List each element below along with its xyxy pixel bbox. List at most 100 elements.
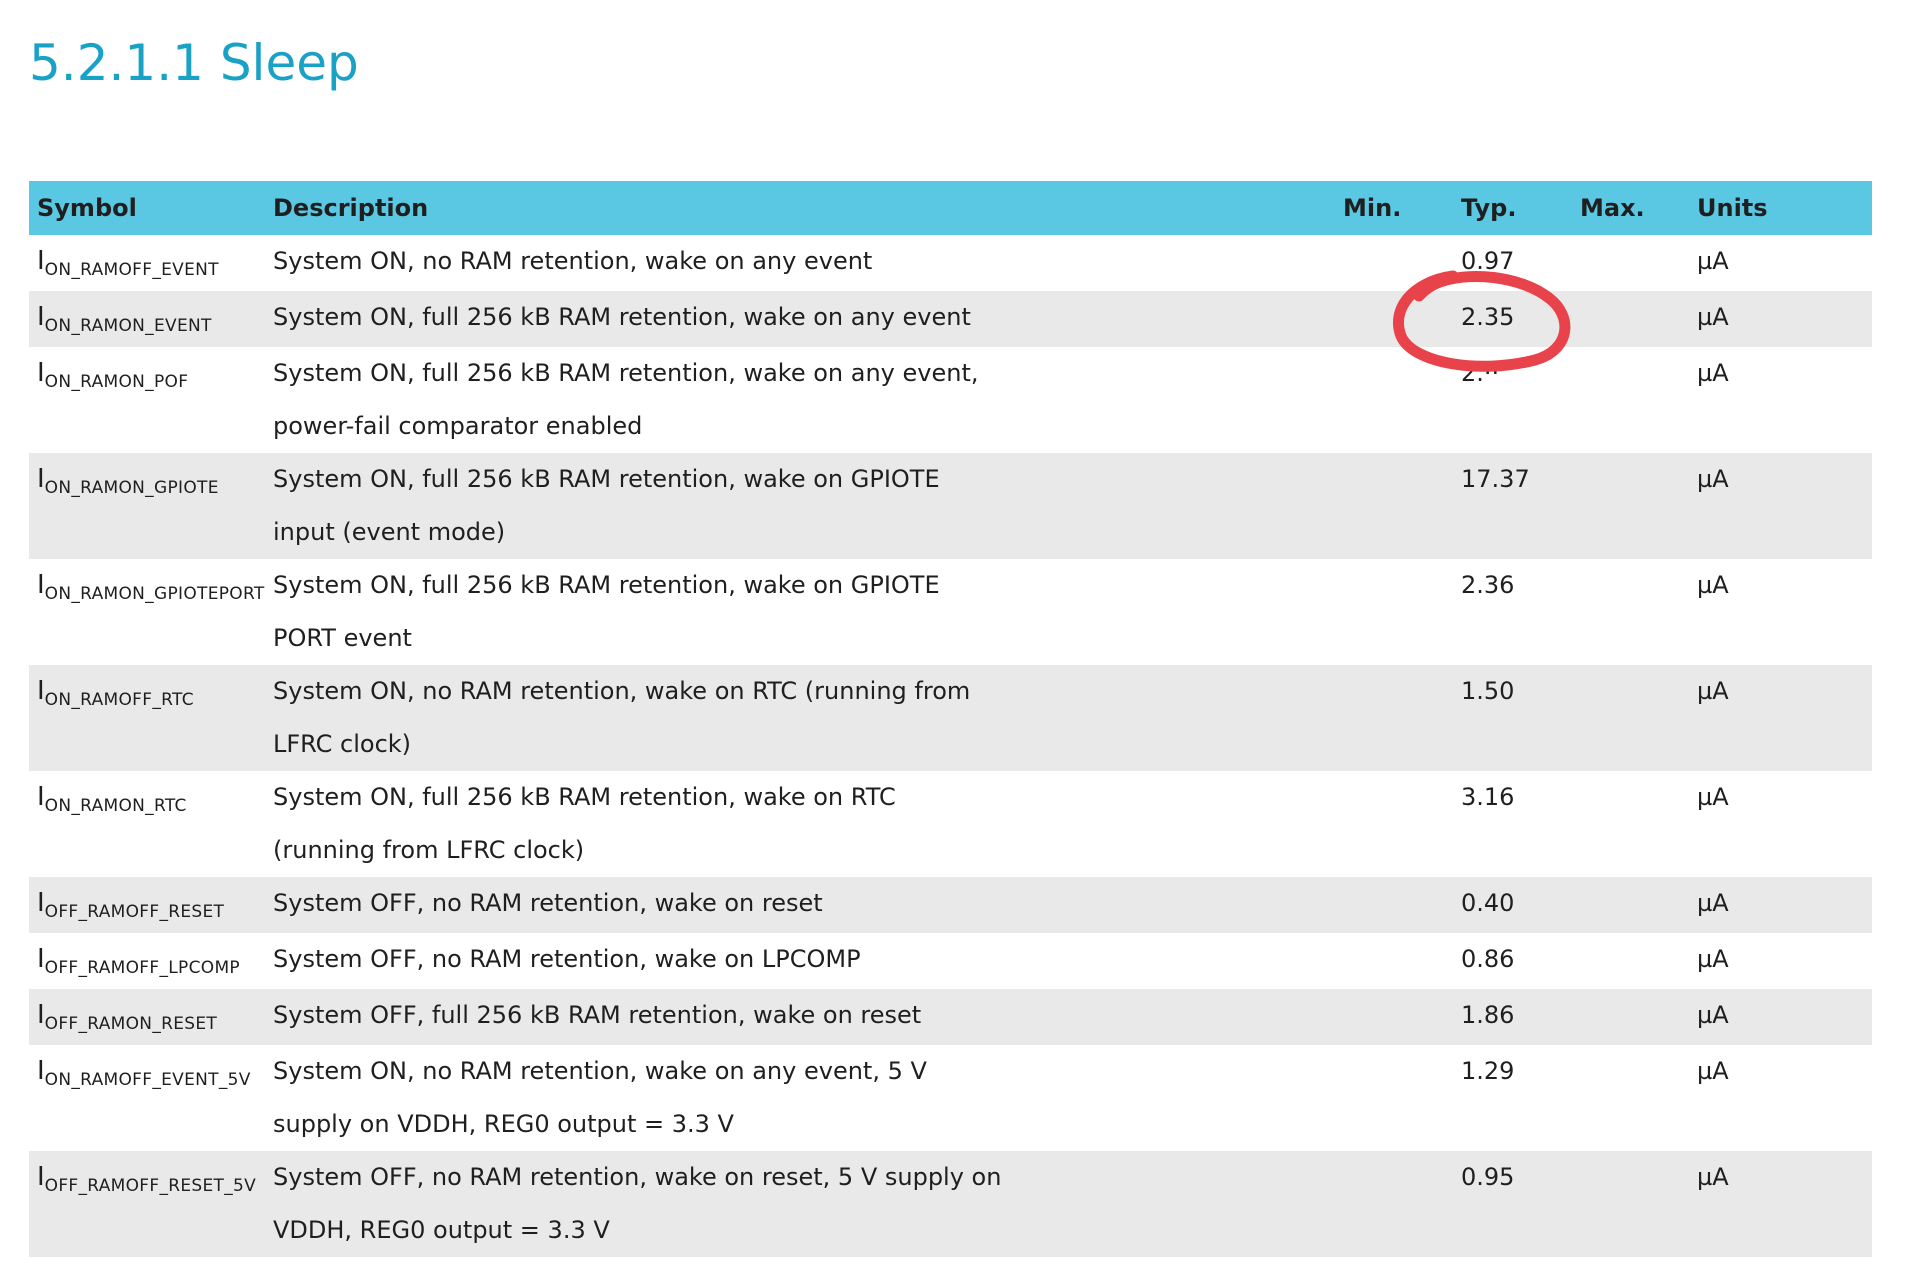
table-row: ION_RAMON_EVENT System ON, full 256 kB RA… bbox=[29, 291, 1872, 347]
typ-cell: 2.·· bbox=[1461, 359, 1500, 387]
symbol-subscript: OFF_RAMOFF_RESET_5V bbox=[44, 1176, 257, 1196]
header-units: Units bbox=[1689, 181, 1872, 235]
typ-cell: 1.86 bbox=[1453, 989, 1572, 1045]
table-row: ION_RAMOFF_RTC System ON, no RAM retentio… bbox=[29, 665, 1872, 771]
max-cell bbox=[1572, 933, 1689, 989]
symbol-cell: ION_RAMON_POF bbox=[29, 347, 265, 453]
description-line: System ON, full 256 kB RAM retention, wa… bbox=[273, 465, 940, 493]
max-cell bbox=[1572, 989, 1689, 1045]
table-row: ION_RAMON_GPIOTEPORT System ON, full 256 … bbox=[29, 559, 1872, 665]
symbol-subscript: ON_RAMOFF_EVENT bbox=[44, 260, 219, 280]
description-line: System ON, no RAM retention, wake on any… bbox=[273, 247, 873, 275]
typ-cell: 0.40 bbox=[1453, 877, 1572, 933]
symbol-cell: ION_RAMON_EVENT bbox=[29, 291, 265, 347]
units-cell: µA bbox=[1689, 989, 1872, 1045]
description-line: System ON, no RAM retention, wake on any… bbox=[273, 1057, 927, 1085]
min-cell bbox=[1335, 347, 1453, 453]
description-cell: System ON, full 256 kB RAM retention, wa… bbox=[265, 291, 1335, 347]
units-cell: µA bbox=[1697, 1057, 1729, 1085]
description-cell: System ON, no RAM retention, wake on RTC… bbox=[265, 665, 1335, 771]
symbol-subscript: ON_RAMON_GPIOTEPORT bbox=[44, 584, 265, 604]
min-cell bbox=[1335, 1151, 1453, 1257]
description-cell: System ON, full 256 kB RAM retention, wa… bbox=[265, 347, 1335, 453]
description-line: supply on VDDH, REG0 output = 3.3 V bbox=[273, 1110, 734, 1138]
symbol-base: I bbox=[37, 246, 45, 276]
symbol-subscript: OFF_RAMOFF_LPCOMP bbox=[44, 958, 240, 978]
description-line: System OFF, no RAM retention, wake on re… bbox=[273, 889, 823, 917]
symbol-subscript: ON_RAMON_RTC bbox=[44, 796, 187, 816]
description-cell: System ON, no RAM retention, wake on any… bbox=[265, 1045, 1335, 1151]
units-cell: µA bbox=[1697, 783, 1729, 811]
units-cell: µA bbox=[1689, 665, 1872, 771]
description-cell: System ON, full 256 kB RAM retention, wa… bbox=[265, 559, 1335, 665]
min-cell bbox=[1335, 989, 1453, 1045]
typ-cell: 0.97 bbox=[1461, 247, 1515, 275]
max-cell bbox=[1572, 347, 1689, 453]
max-cell bbox=[1572, 559, 1689, 665]
description-line: PORT event bbox=[273, 624, 412, 652]
units-cell: µA bbox=[1689, 453, 1872, 559]
symbol-cell: ION_RAMON_GPIOTEPORT bbox=[29, 559, 265, 665]
description-line: VDDH, REG0 output = 3.3 V bbox=[273, 1216, 610, 1244]
table-row: IOFF_RAMON_RESET System OFF, full 256 kB … bbox=[29, 989, 1872, 1045]
header-typ: Typ. bbox=[1453, 181, 1572, 235]
min-cell bbox=[1335, 559, 1453, 665]
description-line: System OFF, no RAM retention, wake on re… bbox=[273, 1163, 1002, 1191]
symbol-cell: IOFF_RAMOFF_LPCOMP bbox=[29, 933, 265, 989]
symbol-base: I bbox=[37, 570, 45, 600]
symbol-base: I bbox=[37, 1000, 45, 1030]
max-cell bbox=[1572, 453, 1689, 559]
typ-cell: 3.16 bbox=[1461, 783, 1515, 811]
units-cell: µA bbox=[1697, 247, 1729, 275]
header-min: Min. bbox=[1335, 181, 1453, 235]
table-row: IOFF_RAMOFF_LPCOMP System OFF, no RAM ret… bbox=[29, 933, 1872, 989]
min-cell bbox=[1335, 933, 1453, 989]
symbol-cell: ION_RAMOFF_RTC bbox=[29, 665, 265, 771]
units-cell: µA bbox=[1689, 1151, 1872, 1257]
description-line: input (event mode) bbox=[273, 518, 506, 546]
max-cell bbox=[1572, 291, 1689, 347]
max-cell bbox=[1572, 877, 1689, 933]
description-cell: System OFF, no RAM retention, wake on re… bbox=[265, 877, 1335, 933]
typ-cell: 2.35 bbox=[1453, 291, 1572, 347]
min-cell bbox=[1335, 665, 1453, 771]
symbol-base: I bbox=[37, 1162, 45, 1192]
symbol-cell: ION_RAMON_GPIOTE bbox=[29, 453, 265, 559]
description-line: System ON, full 256 kB RAM retention, wa… bbox=[273, 571, 940, 599]
description-cell: System OFF, full 256 kB RAM retention, w… bbox=[265, 989, 1335, 1045]
symbol-subscript: OFF_RAMOFF_RESET bbox=[44, 902, 225, 922]
header-description: Description bbox=[265, 181, 1335, 235]
typ-cell: 2.36 bbox=[1461, 571, 1515, 599]
min-cell bbox=[1335, 877, 1453, 933]
typ-cell: 0.86 bbox=[1461, 945, 1515, 973]
units-cell: µA bbox=[1689, 877, 1872, 933]
table-row: ION_RAMOFF_EVENT_5V System ON, no RAM ret… bbox=[29, 1045, 1872, 1151]
symbol-base: I bbox=[37, 676, 45, 706]
typ-cell: 1.29 bbox=[1461, 1057, 1515, 1085]
description-line: System OFF, no RAM retention, wake on LP… bbox=[273, 945, 861, 973]
description-line: LFRC clock) bbox=[273, 730, 412, 758]
units-cell: µA bbox=[1697, 359, 1729, 387]
description-line: System ON, no RAM retention, wake on RTC… bbox=[273, 677, 971, 705]
max-cell bbox=[1572, 1151, 1689, 1257]
symbol-cell: ION_RAMOFF_EVENT bbox=[29, 235, 265, 291]
max-cell bbox=[1572, 665, 1689, 771]
symbol-subscript: ON_RAMON_POF bbox=[44, 372, 189, 392]
symbol-base: I bbox=[37, 888, 45, 918]
description-cell: System ON, full 256 kB RAM retention, wa… bbox=[265, 771, 1335, 877]
table-row: ION_RAMON_GPIOTE System ON, full 256 kB R… bbox=[29, 453, 1872, 559]
table-row: ION_RAMOFF_EVENT System ON, no RAM retent… bbox=[29, 235, 1872, 291]
max-cell bbox=[1572, 1045, 1689, 1151]
description-cell: System ON, no RAM retention, wake on any… bbox=[265, 235, 1335, 291]
units-cell: µA bbox=[1697, 571, 1729, 599]
max-cell bbox=[1572, 235, 1689, 291]
symbol-base: I bbox=[37, 944, 45, 974]
typ-cell: 0.95 bbox=[1453, 1151, 1572, 1257]
symbol-cell: IOFF_RAMON_RESET bbox=[29, 989, 265, 1045]
description-cell: System OFF, no RAM retention, wake on LP… bbox=[265, 933, 1335, 989]
header-symbol: Symbol bbox=[29, 181, 265, 235]
symbol-subscript: OFF_RAMON_RESET bbox=[44, 1014, 218, 1034]
description-cell: System OFF, no RAM retention, wake on re… bbox=[265, 1151, 1335, 1257]
symbol-subscript: ON_RAMOFF_RTC bbox=[44, 690, 194, 710]
table-row: IOFF_RAMOFF_RESET System OFF, no RAM rete… bbox=[29, 877, 1872, 933]
